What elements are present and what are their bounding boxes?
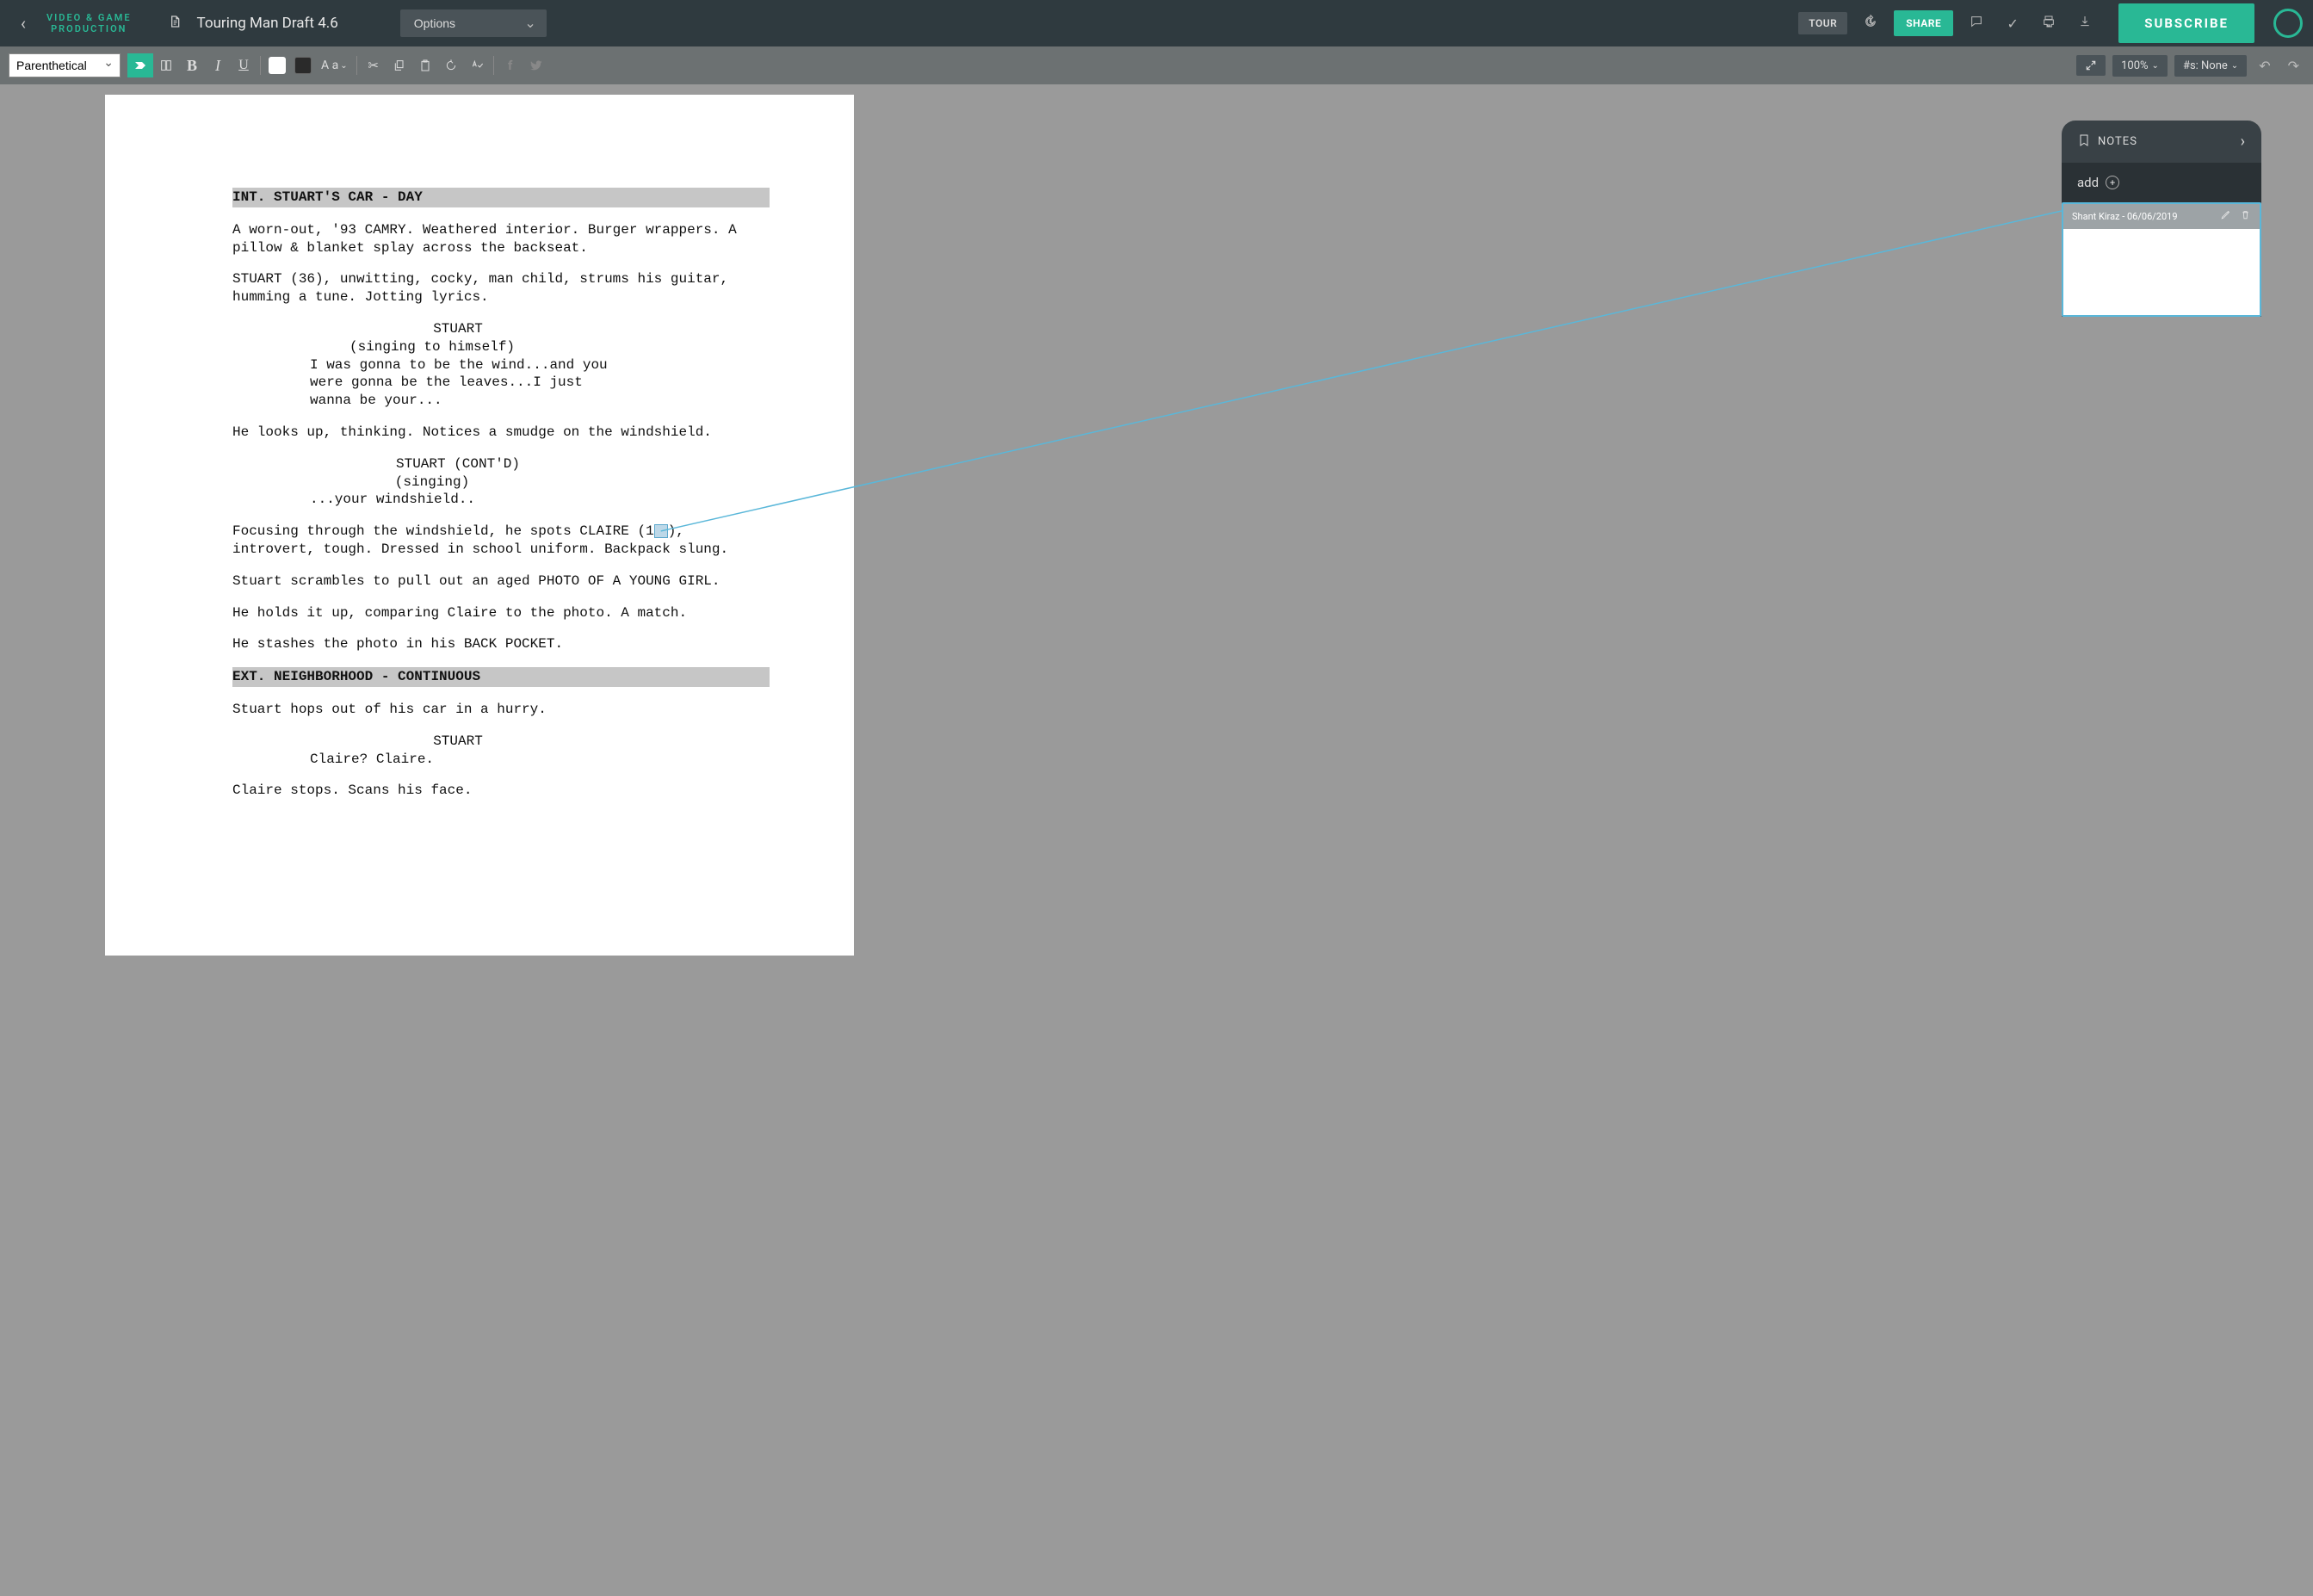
document-icon: [168, 15, 182, 33]
scene-heading[interactable]: EXT. NEIGHBORHOOD - CONTINUOUS: [232, 667, 770, 687]
text-case-button[interactable]: A a ⌄: [316, 59, 353, 72]
history-icon[interactable]: [1858, 15, 1883, 32]
download-icon[interactable]: [2072, 15, 2098, 32]
text-color[interactable]: [290, 53, 316, 77]
share-button[interactable]: SHARE: [1894, 10, 1953, 36]
subscribe-button[interactable]: SUBSCRIBE: [2118, 3, 2254, 43]
pen-icon[interactable]: [2220, 209, 2231, 224]
note-meta: Shant Kiraz - 06/06/2019: [2063, 204, 2260, 229]
tour-button[interactable]: TOUR: [1798, 12, 1847, 34]
options-dropdown[interactable]: Options: [400, 9, 547, 37]
avatar[interactable]: [2273, 9, 2303, 38]
print-icon[interactable]: [2036, 15, 2062, 32]
cut-icon[interactable]: ✂: [361, 53, 387, 77]
action-text[interactable]: Stuart scrambles to pull out an aged PHO…: [232, 572, 770, 591]
chevron-right-icon[interactable]: ›: [2241, 133, 2246, 151]
approve-icon[interactable]: ✓: [2000, 15, 2025, 32]
scene-numbers-dropdown[interactable]: #s: None ⌄: [2174, 55, 2247, 77]
parenthetical[interactable]: (singing): [275, 473, 589, 492]
note-author-date: Shant Kiraz - 06/06/2019: [2072, 211, 2178, 222]
copy-icon[interactable]: [387, 53, 412, 77]
action-text[interactable]: Focusing through the windshield, he spot…: [232, 523, 770, 559]
facebook-icon[interactable]: f: [498, 53, 523, 77]
separator: [356, 56, 357, 75]
plus-icon: +: [2106, 176, 2119, 189]
separator: [493, 56, 494, 75]
bold-button[interactable]: B: [179, 53, 205, 77]
action-text-part: Focusing through the windshield, he spot…: [232, 523, 654, 539]
note-anchor-icon[interactable]: [654, 524, 668, 538]
add-label: add: [2077, 175, 2099, 190]
notes-panel: NOTES › add + Shant Kiraz - 06/06/2019: [2062, 121, 2261, 317]
element-type-dropdown[interactable]: Parenthetical: [9, 53, 121, 77]
undo-button[interactable]: ↶: [2254, 58, 2275, 74]
add-note-button[interactable]: add +: [2062, 163, 2261, 202]
top-header: ‹ VIDEO & GAME PRODUCTION Touring Man Dr…: [0, 0, 2313, 46]
workspace: INT. STUART'S CAR - DAY A worn-out, '93 …: [0, 84, 2313, 1596]
action-text[interactable]: He holds it up, comparing Claire to the …: [232, 604, 770, 622]
script-page[interactable]: INT. STUART'S CAR - DAY A worn-out, '93 …: [105, 95, 854, 956]
scene-heading[interactable]: INT. STUART'S CAR - DAY: [232, 188, 770, 207]
character-cue[interactable]: STUART: [301, 733, 615, 751]
notes-header[interactable]: NOTES ›: [2062, 121, 2261, 163]
italic-button[interactable]: I: [205, 53, 231, 77]
character-cue[interactable]: STUART: [301, 320, 615, 338]
format-toolbar: Parenthetical B I U A a ⌄ ✂ f 100% ⌄ #s:…: [0, 46, 2313, 84]
redo-button[interactable]: ↷: [2283, 58, 2304, 74]
action-text[interactable]: A worn-out, '93 CAMRY. Weathered interio…: [232, 221, 770, 257]
dialogue[interactable]: Claire? Claire.: [310, 751, 623, 769]
fullscreen-button[interactable]: [2076, 55, 2106, 76]
dialogue[interactable]: ...your windshield..: [310, 491, 623, 509]
refresh-icon[interactable]: [438, 53, 464, 77]
bookmark-icon: [2077, 133, 2091, 151]
document-title: Touring Man Draft 4.6: [197, 15, 338, 32]
options-select[interactable]: Options: [400, 9, 547, 37]
back-button[interactable]: ‹: [10, 13, 36, 34]
action-text[interactable]: Claire stops. Scans his face.: [232, 782, 770, 800]
element-type-select[interactable]: Parenthetical: [9, 53, 121, 77]
underline-button[interactable]: U: [231, 53, 257, 77]
twitter-icon[interactable]: [523, 53, 549, 77]
action-text[interactable]: STUART (36), unwitting, cocky, man child…: [232, 270, 770, 306]
brand-logo[interactable]: VIDEO & GAME PRODUCTION: [46, 12, 132, 34]
separator: [260, 56, 261, 75]
action-text[interactable]: He stashes the photo in his BACK POCKET.: [232, 635, 770, 653]
note-card[interactable]: Shant Kiraz - 06/06/2019: [2062, 202, 2261, 317]
brand-line1: VIDEO & GAME: [46, 12, 132, 23]
action-text[interactable]: Stuart hops out of his car in a hurry.: [232, 701, 770, 719]
parenthetical[interactable]: (singing to himself): [275, 338, 589, 356]
character-cue[interactable]: STUART (CONT'D): [301, 455, 615, 473]
notes-title: NOTES: [2098, 135, 2137, 148]
spellcheck-icon[interactable]: [464, 53, 490, 77]
paste-icon[interactable]: [412, 53, 438, 77]
zoom-dropdown[interactable]: 100% ⌄: [2112, 55, 2168, 77]
trash-icon[interactable]: [2240, 209, 2251, 224]
highlight-color[interactable]: [264, 53, 290, 77]
brand-line2: PRODUCTION: [46, 23, 132, 34]
note-body[interactable]: [2063, 229, 2260, 315]
dialogue[interactable]: I was gonna to be the wind...and you wer…: [310, 356, 623, 410]
comment-icon[interactable]: [1964, 15, 1989, 32]
tag-icon[interactable]: [127, 53, 153, 77]
dual-doc-icon[interactable]: [153, 53, 179, 77]
action-text[interactable]: He looks up, thinking. Notices a smudge …: [232, 424, 770, 442]
